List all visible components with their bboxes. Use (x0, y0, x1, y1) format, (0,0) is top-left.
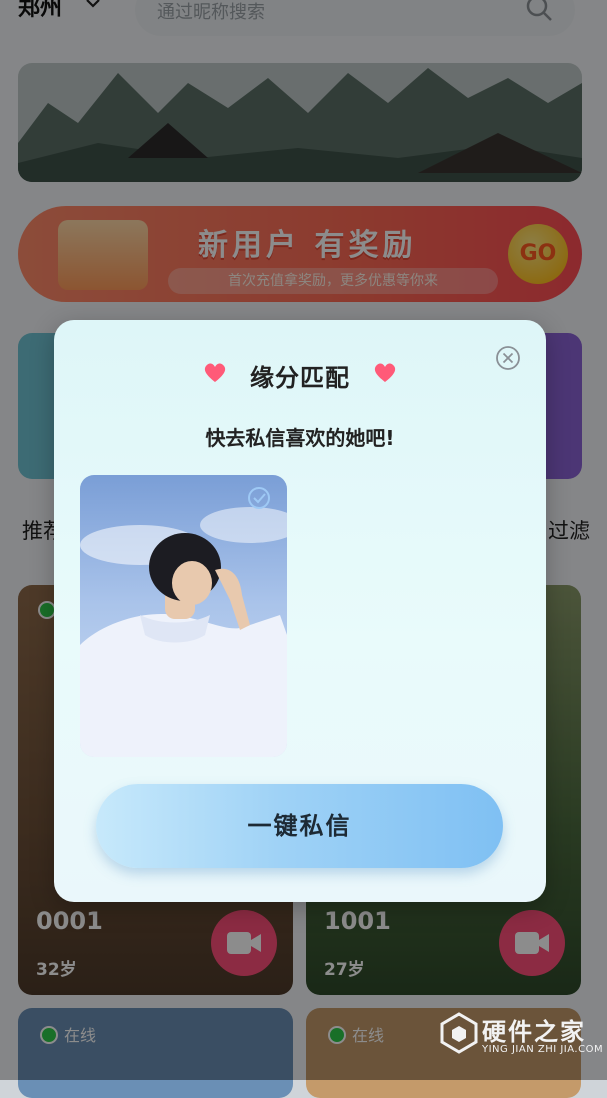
dialog-subtitle: 快去私信喜欢的她吧! (205, 426, 395, 450)
one-click-message-button[interactable]: 一键私信 (96, 784, 503, 868)
matched-user-photo[interactable] (80, 475, 287, 757)
watermark-subtext: YING JIAN ZHI JIA.COM (482, 1044, 604, 1055)
watermark-logo-icon (440, 1012, 478, 1054)
heart-icon (374, 363, 396, 382)
verified-badge-icon (248, 487, 270, 509)
watermark-text: 硬件之家 (482, 1018, 586, 1046)
dialog-title: 缘分匹配 (250, 364, 350, 392)
person-illustration (80, 507, 287, 757)
close-icon[interactable] (494, 344, 522, 372)
match-dialog: 缘分匹配 快去私信喜欢的她吧! 一键私信 (54, 320, 546, 902)
